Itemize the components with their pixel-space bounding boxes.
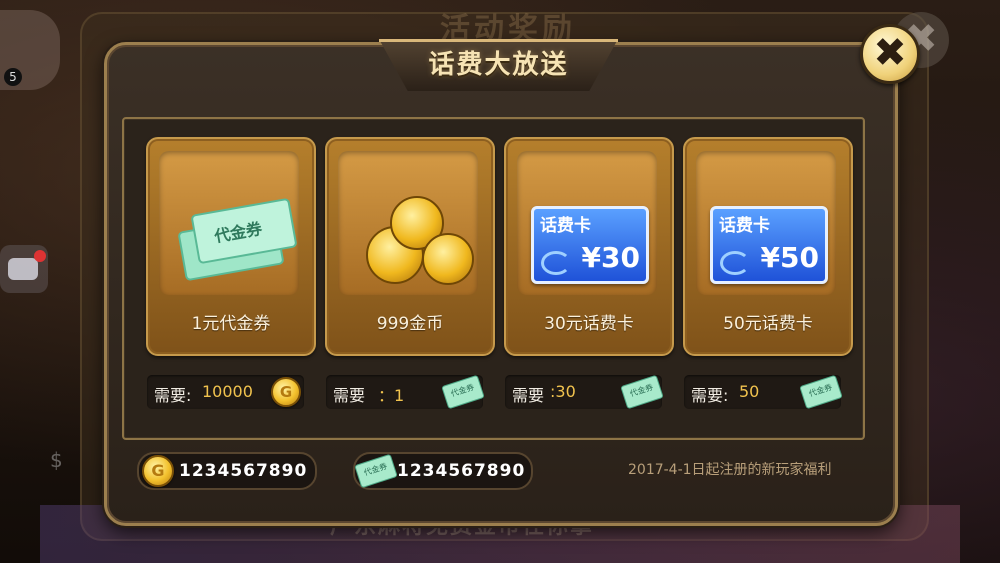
requirement-label: 需要 (512, 386, 545, 405)
card-label: 50元话费卡 (723, 314, 813, 334)
requirement-value: 10000 (202, 382, 253, 401)
notification-dot (34, 250, 46, 262)
card-image-area (338, 151, 478, 295)
coupon-ticket-icon: 代金券 (799, 374, 843, 410)
close-icon: ✖ (873, 30, 907, 76)
requirement-label: 需要 (333, 386, 366, 405)
requirement-4: 需要: 50 代金券 (684, 374, 843, 410)
card-label: 30元话费卡 (544, 314, 634, 334)
coupon-ticket-icon: 代金券 (441, 374, 485, 410)
eligibility-note: 2017-4-1日起注册的新玩家福利 (628, 462, 832, 478)
card-image-area: 话费卡 ¥50 (696, 151, 836, 295)
phone-card-title: 话费卡 (540, 216, 591, 236)
gold-balance: 1234567890 (137, 452, 317, 490)
carrier-logo-icon (541, 251, 571, 275)
coupon-icon-text: 代金券 (212, 219, 264, 247)
gold-coin-icon (142, 455, 174, 487)
phone-card-amount: ¥30 (581, 241, 640, 274)
gold-balance-value: 1234567890 (179, 461, 308, 481)
coupon-ticket-icon: 代金券 (620, 374, 664, 410)
phone-card-title: 话费卡 (719, 216, 770, 236)
gold-coin-icon (271, 377, 301, 407)
phone-card-amount: ¥50 (760, 241, 819, 274)
reward-card-phone-30[interactable]: 话费卡 ¥30 30元话费卡 (504, 137, 674, 356)
reward-card-phone-50[interactable]: 话费卡 ¥50 50元话费卡 (683, 137, 853, 356)
requirement-value: ：1 (378, 386, 405, 405)
dollar-icon: $ (50, 448, 63, 472)
card-image-area: 话费卡 ¥30 (517, 151, 657, 295)
gold-coin-icon (422, 233, 474, 285)
phone-card-icon: 话费卡 ¥30 (531, 206, 649, 284)
card-label: 1元代金券 (191, 314, 271, 334)
coupon-balance-value: 1234567890 (397, 461, 526, 481)
coupon-balance: 代金券 1234567890 (353, 452, 533, 490)
chat-icon (8, 258, 38, 280)
requirement-3: 需要 :30 代金券 (505, 374, 664, 410)
requirement-value: 50 (739, 382, 760, 401)
card-label: 999金币 (376, 314, 444, 334)
requirement-label: 需要: (154, 386, 192, 405)
coupon-ticket-icon: 代金券 (354, 453, 398, 489)
phone-card-icon: 话费卡 ¥50 (710, 206, 828, 284)
reward-card-gold[interactable]: 999金币 (325, 137, 495, 356)
reward-card-coupon[interactable]: 代金券 1元代金券 (146, 137, 316, 356)
requirement-1: 需要: 10000 (147, 375, 304, 409)
requirement-label: 需要: (691, 386, 729, 405)
avatar-badge: 5 (4, 68, 22, 86)
close-button[interactable]: ✖ (860, 24, 920, 84)
title-plate-edge (379, 39, 618, 42)
card-image-area: 代金券 (159, 151, 299, 295)
carrier-logo-icon (720, 251, 750, 275)
dialog-title: 话费大放送 (428, 50, 569, 80)
requirement-value: :30 (550, 382, 576, 401)
requirement-2: 需要 ：1 代金券 (326, 374, 485, 410)
